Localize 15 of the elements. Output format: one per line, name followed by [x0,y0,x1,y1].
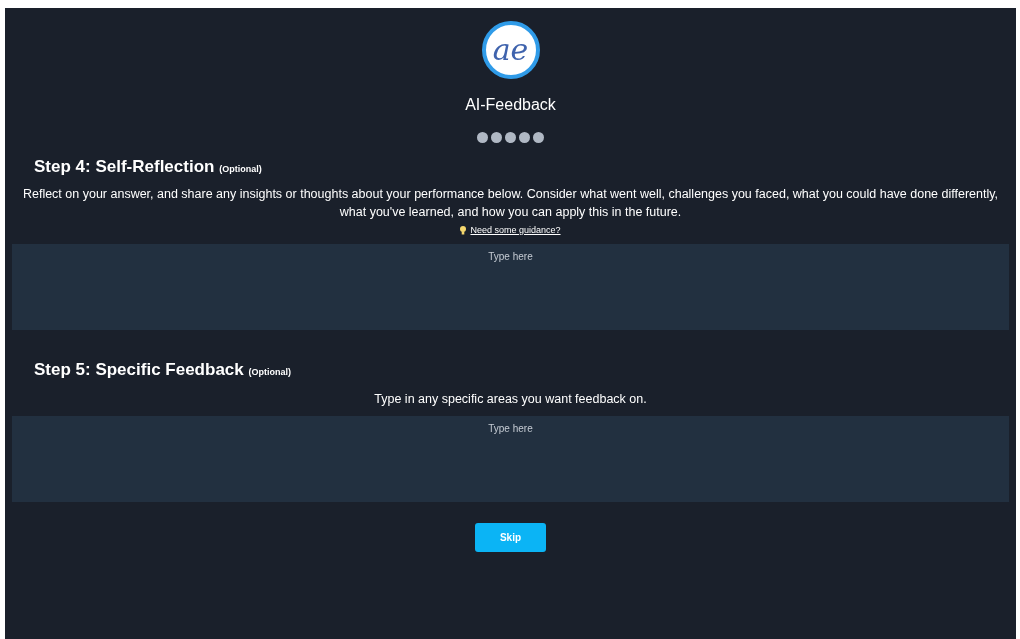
section-heading: Step 5: Specific Feedback (Optional) [34,359,292,382]
lightbulb-icon [460,226,467,235]
description: Type in any specific areas you want feedback on. [373,390,648,408]
logo: ae [481,21,540,79]
progress-dot [491,132,502,143]
app-title: AI-Feedback [465,95,556,115]
input-field[interactable]: Type here [12,244,1009,331]
progress-dot [519,132,530,143]
description: Reflect on your answer, and share any insights or thoughts about your performance below. Consider what went well, challenges you faced, what you could have done differently, what you've learned, and how you can apply this in the future. [21,185,1000,221]
section-heading: Step 4: Self-Reflection (Optional) [34,156,263,178]
progress-dot [505,132,516,143]
progress-dot [477,132,488,143]
input-field[interactable]: Type here [12,415,1009,502]
progress-dot [533,132,544,143]
guidance-link[interactable]: Need some guidance? [460,223,561,238]
